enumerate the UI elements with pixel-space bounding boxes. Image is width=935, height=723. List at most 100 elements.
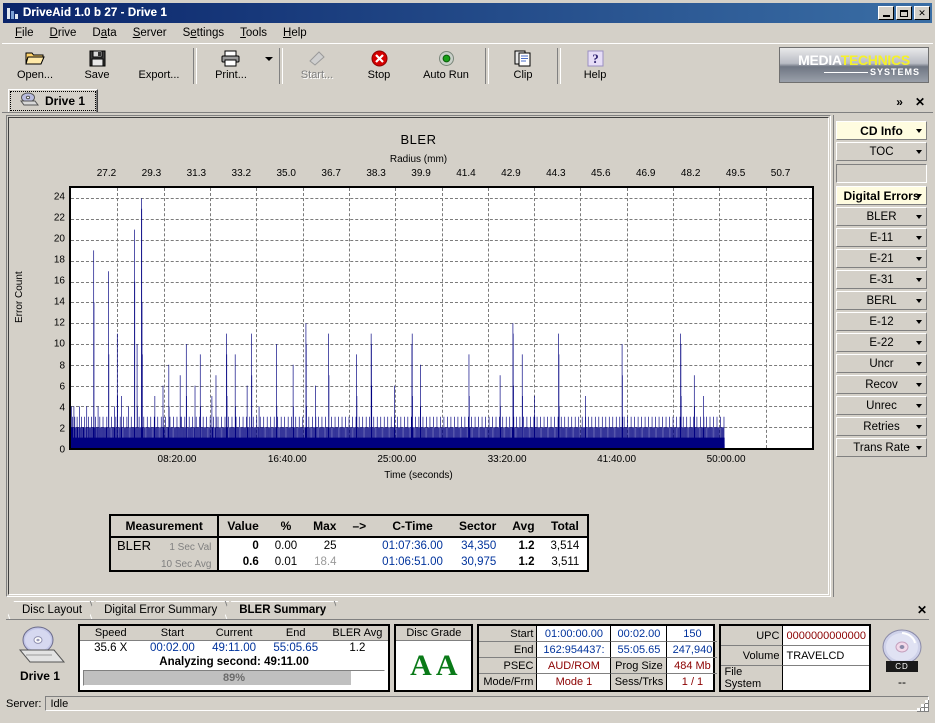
y-tick: 16 (54, 276, 65, 287)
measurement-table: Measurement Value % Max –> C-Time Sector… (109, 514, 589, 572)
resize-grip[interactable] (917, 700, 929, 712)
clip-button[interactable]: Clip (492, 45, 554, 87)
cell-value-10sec: 0.6 (218, 554, 266, 571)
sidebar-item-berl[interactable]: BERL (836, 291, 927, 310)
folder-open-icon (25, 48, 45, 68)
maximize-button[interactable] (896, 6, 912, 20)
start-value: 00:02.00 (142, 641, 204, 655)
stop-icon (371, 48, 388, 68)
sidebar-item-label: TOC (869, 146, 893, 158)
sidebar-item-e-22[interactable]: E-22 (836, 333, 927, 352)
cell-percent-1sec: 0.00 (267, 537, 305, 554)
sidebar-item-digital-errors[interactable]: Digital Errors (836, 186, 927, 205)
tab-digital-error-summary[interactable]: Digital Error Summary (88, 601, 229, 619)
menu-item-file[interactable]: FFileile (8, 25, 41, 41)
save-button[interactable]: Save (66, 45, 128, 87)
drive-tab-drive-1[interactable]: Drive 1 (8, 89, 98, 113)
sidebar-item-unrec[interactable]: Unrec (836, 396, 927, 415)
chevron-down-icon (265, 57, 273, 61)
print-dropdown-button[interactable] (262, 45, 276, 87)
tab-bler-summary[interactable]: BLER Summary (223, 601, 338, 619)
y-tick: 22 (54, 212, 65, 223)
psec-value: AUD/ROM (537, 658, 611, 674)
disc-grade-header: Disc Grade (396, 626, 471, 641)
y-tick: 14 (54, 297, 65, 308)
col-value: Value (218, 515, 266, 537)
sidebar-item-trans-rate[interactable]: Trans Rate (836, 438, 927, 457)
menu-item-help[interactable]: Help (276, 25, 314, 41)
sidebar-item-recov[interactable]: Recov (836, 375, 927, 394)
printer-icon (221, 48, 241, 68)
radius-tick: 31.3 (187, 168, 206, 179)
open-button[interactable]: Open... (4, 45, 66, 87)
menu-item-drive[interactable]: Drive (43, 25, 84, 41)
menu-item-tools[interactable]: Tools (233, 25, 274, 41)
mode-frm-value: Mode 1 (537, 674, 611, 690)
y-tick: 24 (54, 191, 65, 202)
tab-close-icon[interactable]: ✕ (915, 95, 925, 109)
auto-run-label: Auto Run (423, 69, 469, 81)
clipboard-icon (514, 48, 532, 68)
mediatechnics-logo: MEDIATECHNICS SYSTEMS (779, 47, 929, 83)
status-panel: Drive 1 Speed Start Current End BLER Avg… (6, 624, 929, 692)
title-bar: DriveAid 1.0 b 27 - Drive 1 ✕ (3, 3, 932, 23)
table-row: BLER 1 Sec Val 10 Sec Avg 0 0.00 25 (110, 537, 588, 554)
print-button[interactable]: Print... (200, 45, 262, 87)
bler-avg-value: 1.2 (327, 641, 389, 655)
sidebar-item-e-21[interactable]: E-21 (836, 249, 927, 268)
menu-item-data[interactable]: Data (85, 25, 123, 41)
sidebar-item-e-31[interactable]: E-31 (836, 270, 927, 289)
y-tick: 2 (59, 423, 65, 434)
toolbar-separator (193, 48, 197, 84)
sidebar-item-label: Unrec (866, 400, 897, 412)
tab-overflow-icon[interactable]: » (896, 95, 903, 109)
chevron-down-icon (916, 278, 922, 282)
svg-text:?: ? (592, 51, 599, 66)
tab-label: BLER Summary (239, 604, 326, 616)
radius-tick: 46.9 (636, 168, 655, 179)
server-status-bar: Server: Idle (6, 695, 929, 712)
progress-bar: 89% (83, 670, 385, 686)
upc-info-box: UPC 0000000000000 Volume TRAVELCD File S… (719, 624, 871, 692)
sidebar-item-toc[interactable]: TOC (836, 142, 927, 161)
disc-end-time: 55:05.65 (611, 642, 667, 658)
sidebar-item-retries[interactable]: Retries (836, 417, 927, 436)
tab-disc-layout[interactable]: Disc Layout (6, 601, 94, 619)
row-sublabel-10sec: 10 Sec Avg (161, 559, 211, 570)
sidebar-item-bler[interactable]: BLER (836, 207, 927, 226)
start-button[interactable]: Start... (286, 45, 348, 87)
close-button[interactable]: ✕ (914, 6, 930, 20)
stop-button[interactable]: Stop (348, 45, 410, 87)
summary-tab-close-icon[interactable]: ✕ (917, 603, 927, 617)
menu-item-server[interactable]: Server (126, 25, 174, 41)
col-total: Total (543, 515, 589, 537)
sidebar-item-e-12[interactable]: E-12 (836, 312, 927, 331)
sidebar-item-uncr[interactable]: Uncr (836, 354, 927, 373)
help-label: Help (584, 69, 607, 81)
toolbar-separator (279, 48, 283, 84)
minimize-button[interactable] (878, 6, 894, 20)
upc-key: UPC (721, 626, 783, 646)
cell-ctime-1sec: 01:07:36.00 (374, 537, 451, 554)
disc-end-key: End (479, 642, 537, 658)
export-button[interactable]: Export... (128, 45, 190, 87)
disc-end-sector: 247,940 (667, 642, 717, 658)
cell-avg-1sec: 1.2 (504, 537, 542, 554)
help-button[interactable]: ? Help (564, 45, 626, 87)
row-sublabel-1sec: 1 Sec Val (169, 542, 211, 553)
col-ctime: C-Time (374, 515, 451, 537)
auto-run-button[interactable]: Auto Run (410, 45, 482, 87)
menu-item-settings[interactable]: Settings (176, 25, 232, 41)
media-type-label: CD (886, 661, 918, 672)
disc-grade-box: Disc Grade A A (394, 624, 473, 692)
sidebar-item-e-11[interactable]: E-11 (836, 228, 927, 247)
cell-value-1sec: 0 (218, 537, 266, 554)
bler-series (71, 188, 812, 448)
y-tick: 18 (54, 254, 65, 265)
sidebar-item-cd-info[interactable]: CD Info (836, 121, 927, 140)
cell-sector-10sec: 30,975 (451, 554, 504, 571)
radius-axis-label: Radius (mm) (9, 154, 828, 165)
chart-title: BLER (9, 132, 828, 147)
radius-tick: 42.9 (501, 168, 520, 179)
summary-tab-bar: Disc LayoutDigital Error Summary BLER Sum… (6, 599, 929, 620)
